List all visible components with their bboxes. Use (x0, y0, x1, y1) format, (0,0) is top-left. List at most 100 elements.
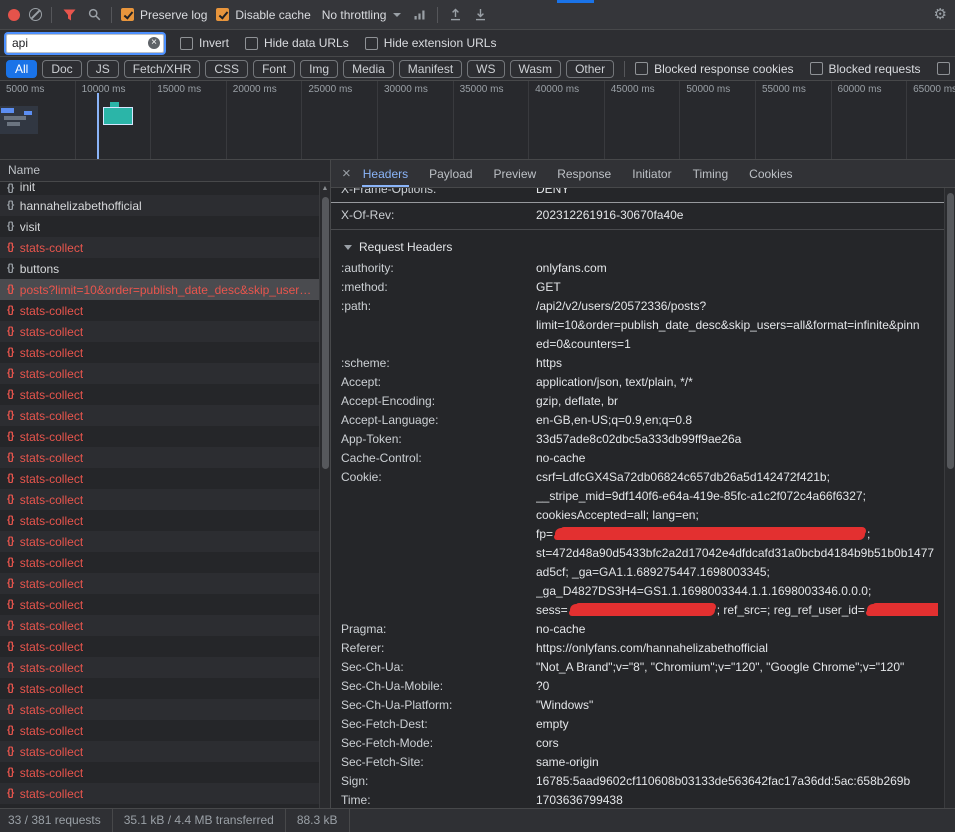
json-file-icon (7, 620, 14, 631)
filter-pill-js[interactable]: JS (87, 60, 119, 78)
json-file-icon (7, 200, 14, 211)
redaction-scribble (555, 528, 865, 540)
blocked-requests-label: Blocked requests (829, 62, 921, 76)
import-har-icon[interactable] (447, 7, 463, 23)
filter-pill-fetch-xhr[interactable]: Fetch/XHR (124, 60, 201, 78)
header-row: Accept-Encoding:gzip, deflate, br (331, 392, 944, 411)
request-row[interactable]: stats-collect (0, 720, 330, 741)
section-title: Request Headers (359, 240, 452, 254)
filter-funnel-icon[interactable] (61, 7, 77, 23)
record-button[interactable] (8, 9, 20, 21)
request-row[interactable]: buttons (0, 258, 330, 279)
request-row[interactable]: stats-collect (0, 741, 330, 762)
throttling-select[interactable]: No throttling (320, 8, 404, 22)
json-file-icon (7, 704, 14, 715)
clear-filter-icon[interactable] (148, 37, 160, 49)
json-file-icon (7, 326, 14, 337)
request-row[interactable]: stats-collect (0, 384, 330, 405)
request-row[interactable]: stats-collect (0, 615, 330, 636)
request-row[interactable]: stats-collect (0, 300, 330, 321)
blocked-response-cookies-label: Blocked response cookies (654, 62, 793, 76)
tab-timing[interactable]: Timing (692, 160, 730, 187)
requests-count: 33 / 381 requests (0, 809, 113, 832)
request-row[interactable]: hannahelizabethofficial (0, 195, 330, 216)
request-row[interactable]: stats-collect (0, 573, 330, 594)
filter-pill-doc[interactable]: Doc (42, 60, 81, 78)
timeline-activity-bar (97, 93, 99, 159)
request-row[interactable]: visit (0, 216, 330, 237)
filter-pill-wasm[interactable]: Wasm (510, 60, 562, 78)
request-row[interactable]: stats-collect (0, 678, 330, 699)
request-row[interactable]: stats-collect (0, 657, 330, 678)
transferred-size: 35.1 kB / 4.4 MB transferred (113, 809, 286, 832)
header-name: Sec-Fetch-Mode: (341, 734, 536, 753)
type-filter-pills: All Doc JS Fetch/XHRCSS Font Img Media Manifest… (6, 60, 614, 78)
request-row[interactable]: stats-collect (0, 594, 330, 615)
request-row[interactable]: stats-collect (0, 468, 330, 489)
hide-extension-urls-checkbox[interactable]: Hide extension URLs (365, 36, 497, 50)
name-column-header[interactable]: Name (0, 160, 330, 182)
checkbox-blocked-requests[interactable]: Blocked requests (810, 62, 921, 76)
filter-pill-font[interactable]: Font (253, 60, 295, 78)
request-row-selected[interactable]: posts?limit=10&order=publish_date_desc&s… (0, 279, 330, 300)
settings-gear-icon[interactable]: ⚙ (934, 7, 947, 22)
tab-initiator[interactable]: Initiator (631, 160, 672, 187)
export-har-icon[interactable] (472, 7, 488, 23)
filter-pill-css[interactable]: CSS (205, 60, 248, 78)
clear-log-icon[interactable] (29, 8, 42, 21)
request-row[interactable]: stats-collect (0, 426, 330, 447)
details-scrollbar[interactable] (944, 188, 955, 808)
network-conditions-icon[interactable] (412, 7, 428, 23)
tab-headers[interactable]: Headers (362, 160, 409, 187)
request-name: stats-collect (20, 493, 83, 507)
request-row[interactable]: stats-collect (0, 783, 330, 804)
request-row[interactable]: stats-collect (0, 552, 330, 573)
timeline-ticks: 5000 ms10000 ms15000 ms20000 ms25000 ms3… (0, 81, 955, 159)
preserve-log-checkbox[interactable]: Preserve log (121, 8, 207, 22)
tab-preview[interactable]: Preview (493, 160, 538, 187)
request-row[interactable]: stats-collect (0, 363, 330, 384)
checkbox-blocked-response-cookies[interactable]: Blocked response cookies (635, 62, 793, 76)
header-name: Sec-Ch-Ua-Platform: (341, 696, 536, 715)
request-row[interactable]: stats-collect (0, 762, 330, 783)
tab-response[interactable]: Response (556, 160, 612, 187)
request-headers-section[interactable]: Request Headers (331, 235, 944, 259)
timeline-overview[interactable]: 5000 ms10000 ms15000 ms20000 ms25000 ms3… (0, 81, 955, 160)
header-name: Accept: (341, 373, 536, 392)
checkbox-3rd-party-requests[interactable]: 3rd-party requests (937, 62, 955, 76)
filter-pill-img[interactable]: Img (300, 60, 338, 78)
request-row[interactable]: stats-collect (0, 447, 330, 468)
close-details-icon[interactable] (331, 165, 362, 182)
filter-pill-all[interactable]: All (6, 60, 37, 78)
header-value: no-cache (536, 620, 938, 639)
request-list-scrollbar[interactable]: ▲ (319, 182, 330, 808)
disable-cache-checkbox[interactable]: Disable cache (216, 8, 310, 22)
header-value: en-GB,en-US;q=0.9,en;q=0.8 (536, 411, 938, 430)
filter-pill-media[interactable]: Media (343, 60, 394, 78)
header-name: Sec-Fetch-Site: (341, 753, 536, 772)
filter-pill-other[interactable]: Other (566, 60, 614, 78)
request-row[interactable]: stats-collect (0, 321, 330, 342)
request-row[interactable]: stats-collect (0, 531, 330, 552)
request-row[interactable]: stats-collect (0, 699, 330, 720)
tab-payload[interactable]: Payload (428, 160, 473, 187)
request-row[interactable]: stats-collect (0, 237, 330, 258)
header-value: "Not_A Brand";v="8", "Chromium";v="120",… (536, 658, 938, 677)
filter-pill-manifest[interactable]: Manifest (399, 60, 462, 78)
request-row[interactable]: stats-collect (0, 405, 330, 426)
tab-cookies[interactable]: Cookies (748, 160, 793, 187)
request-row[interactable]: init (0, 182, 330, 195)
filter-pill-ws[interactable]: WS (467, 60, 504, 78)
request-row[interactable]: stats-collect (0, 489, 330, 510)
checkbox-icon (365, 37, 378, 50)
scroll-up-arrow-icon[interactable]: ▲ (320, 182, 330, 192)
hide-data-urls-checkbox[interactable]: Hide data URLs (245, 36, 349, 50)
request-row[interactable]: stats-collect (0, 636, 330, 657)
invert-checkbox[interactable]: Invert (180, 36, 229, 50)
scrollbar-thumb[interactable] (947, 193, 954, 469)
filter-input[interactable] (6, 34, 164, 53)
search-icon[interactable] (86, 7, 102, 23)
request-row[interactable]: stats-collect (0, 342, 330, 363)
scrollbar-thumb[interactable] (322, 197, 329, 469)
request-row[interactable]: stats-collect (0, 510, 330, 531)
